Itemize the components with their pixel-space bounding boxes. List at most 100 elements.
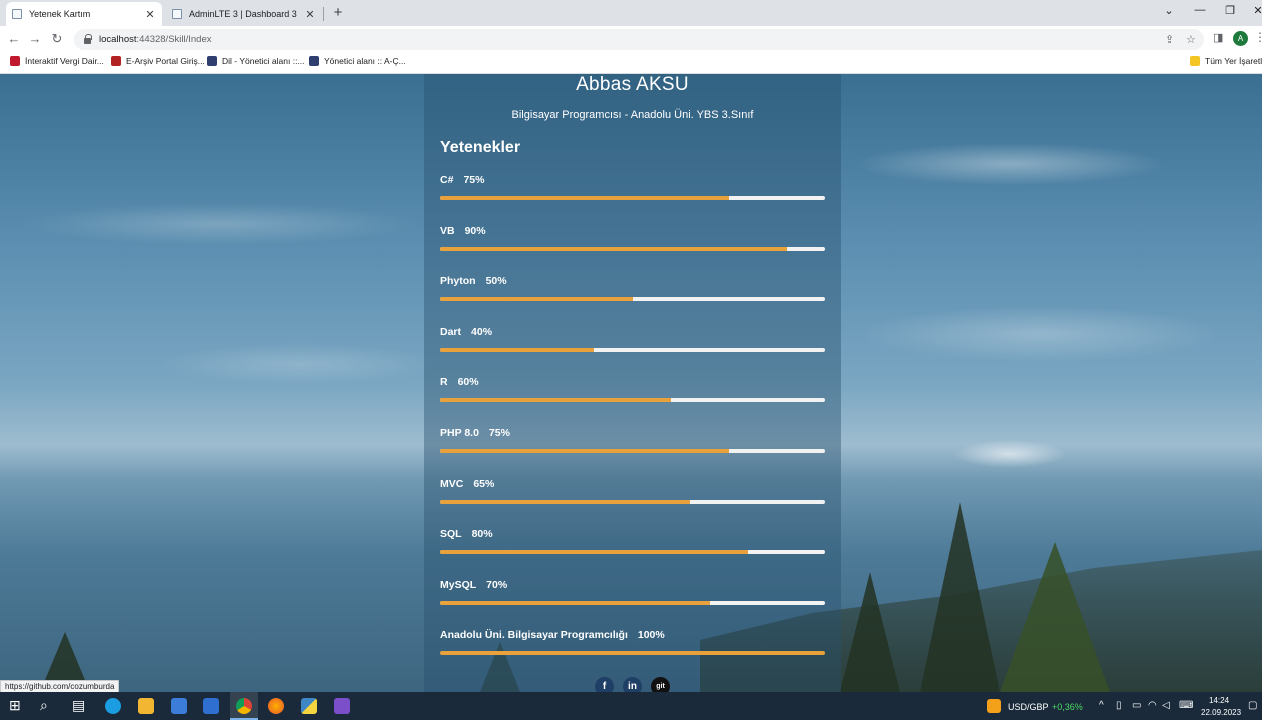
skill-name: MySQL (440, 578, 477, 591)
github-icon[interactable]: git (651, 677, 670, 692)
skill-name: Dart (440, 325, 462, 338)
skill-percent: 90% (464, 224, 486, 237)
bookmark-label: Yönetici alanı :: A-Ç... (324, 56, 406, 66)
firefox-icon[interactable] (268, 698, 284, 714)
keyboard-icon[interactable]: ⌨ (1179, 700, 1193, 711)
tab-adminlte[interactable]: AdminLTE 3 | Dashboard 3 ✕ (166, 2, 322, 26)
back-button[interactable]: ← (6, 31, 22, 46)
skill-name: VB (440, 224, 455, 237)
skill-percent: 50% (485, 275, 507, 288)
windows-taskbar: ⊞ ⌕ ▤ USD/GBP +0,36% ^ ▯ ▭ ◠ ◁ ⌨ 14:24 2… (0, 692, 1262, 720)
skill-progress-fill (440, 246, 787, 251)
skill-name: SQL (440, 528, 462, 541)
wifi-icon[interactable]: ◠ (1148, 700, 1157, 711)
tab-title: Yetenek Kartım (29, 9, 91, 19)
file-explorer-icon[interactable] (138, 698, 154, 714)
address-bar[interactable]: localhost:44328/Skill/Index ⇪ ☆ (74, 29, 1204, 50)
chevron-down-icon[interactable]: ⌄ (1162, 4, 1176, 17)
skill-progress-fill (440, 651, 825, 656)
lock-icon[interactable] (84, 34, 92, 44)
share-icon[interactable]: ⇪ (1165, 33, 1174, 46)
skill-percent: 75% (488, 426, 510, 439)
browser-toolbar: ← → ↻ localhost:44328/Skill/Index ⇪ ☆ ◨ … (0, 26, 1262, 52)
bookmark-label: E-Arşiv Portal Giriş... (126, 56, 205, 66)
bookmark-icon (10, 56, 20, 66)
skill-progress-fill (440, 600, 710, 605)
skill-label: SQL 80% (440, 528, 493, 540)
bookmark-icon (309, 56, 319, 66)
currency-ticker[interactable]: USD/GBP (1008, 702, 1049, 712)
bookmark-item[interactable]: İnteraktif Vergi Dair... (10, 56, 104, 66)
bookmark-icon (207, 56, 217, 66)
close-window-button[interactable]: ✕ (1251, 4, 1262, 17)
restore-button[interactable]: ❐ (1223, 4, 1237, 17)
skill-label: MySQL 70% (440, 579, 507, 591)
chrome-icon[interactable] (236, 698, 252, 714)
skill-percent: 70% (486, 578, 508, 591)
skill-name: MVC (440, 477, 464, 490)
tab-yetenek-kartim[interactable]: Yetenek Kartım ✕ (6, 2, 162, 26)
skill-item: PHP 8.0 75% (440, 427, 825, 478)
url-host: localhost (99, 34, 137, 45)
mail-icon[interactable] (203, 698, 219, 714)
visual-studio-icon[interactable] (334, 698, 350, 714)
skill-name: PHP 8.0 (440, 426, 479, 439)
clock-date[interactable]: 22.09.2023 (1201, 708, 1241, 717)
skill-progress-bar (440, 297, 825, 302)
skill-item: Dart 40% (440, 326, 825, 377)
reload-button[interactable]: ↻ (49, 31, 65, 47)
star-icon[interactable]: ☆ (1186, 33, 1196, 46)
new-tab-button[interactable]: + (331, 4, 345, 21)
skill-item: MVC 65% (440, 478, 825, 529)
windows-start-icon[interactable]: ⊞ (9, 697, 21, 714)
edge-icon[interactable] (105, 698, 121, 714)
volume-icon[interactable]: ◁ (1162, 700, 1170, 711)
facebook-icon[interactable]: f (595, 677, 614, 692)
menu-icon[interactable]: ⋮ (1254, 30, 1262, 44)
skill-item: Anadolu Üni. Bilgisayar Programcılığı 100… (440, 629, 825, 680)
battery-icon[interactable]: ▭ (1132, 700, 1141, 711)
bookmark-label: Dil - Yönetici alanı ::... (222, 56, 305, 66)
minimize-button[interactable]: — (1193, 4, 1207, 16)
skill-progress-fill (440, 196, 729, 200)
close-icon[interactable]: ✕ (144, 8, 156, 21)
forward-button[interactable]: → (27, 31, 43, 46)
search-icon[interactable]: ⌕ (40, 697, 48, 714)
profile-avatar[interactable]: A (1233, 31, 1248, 46)
linkedin-icon[interactable]: in (623, 677, 642, 692)
profile-name: Abbas AKSU (576, 74, 689, 95)
tab-title: AdminLTE 3 | Dashboard 3 (189, 9, 297, 19)
skill-progress-fill (440, 550, 748, 555)
chevron-up-icon[interactable]: ^ (1099, 700, 1104, 711)
bookmark-label: Tüm Yer İşaretle (1205, 56, 1262, 66)
all-bookmarks-item[interactable]: Tüm Yer İşaretle (1190, 56, 1262, 66)
store-icon[interactable] (171, 698, 187, 714)
python-icon[interactable] (301, 698, 317, 714)
task-view-icon[interactable]: ▤ (72, 697, 85, 714)
finance-icon[interactable] (987, 699, 1001, 713)
page-icon (12, 9, 22, 19)
skill-progress-bar (440, 499, 825, 504)
page-background: Abbas AKSU Bilgisayar Programcısı - Anad… (0, 74, 1262, 692)
device-icon[interactable]: ▯ (1116, 700, 1122, 711)
side-panel-icon[interactable]: ◨ (1213, 31, 1223, 44)
bookmark-item[interactable]: Dil - Yönetici alanı ::... (207, 56, 305, 66)
bookmark-icon (111, 56, 121, 66)
skill-progress-fill (440, 499, 691, 504)
notification-icon[interactable]: ▢ (1248, 700, 1257, 711)
bookmark-item[interactable]: Yönetici alanı :: A-Ç... (309, 56, 406, 66)
bookmarks-bar: İnteraktif Vergi Dair... E-Arşiv Portal … (0, 52, 1262, 74)
currency-change: +0,36% (1052, 702, 1083, 712)
bookmark-item[interactable]: E-Arşiv Portal Giriş... (111, 56, 205, 66)
skill-label: VB 90% (440, 225, 486, 237)
skill-name: C# (440, 174, 454, 186)
close-icon[interactable]: ✕ (304, 8, 316, 21)
skill-percent: 100% (637, 629, 665, 642)
skill-label: Dart 40% (440, 326, 492, 338)
clock-time[interactable]: 14:24 (1209, 696, 1229, 705)
skill-progress-bar (440, 448, 825, 453)
skill-progress-bar (440, 196, 825, 200)
skill-item: VB 90% (440, 225, 825, 276)
skill-label: Phyton 50% (440, 275, 507, 287)
skill-progress-fill (440, 448, 729, 453)
